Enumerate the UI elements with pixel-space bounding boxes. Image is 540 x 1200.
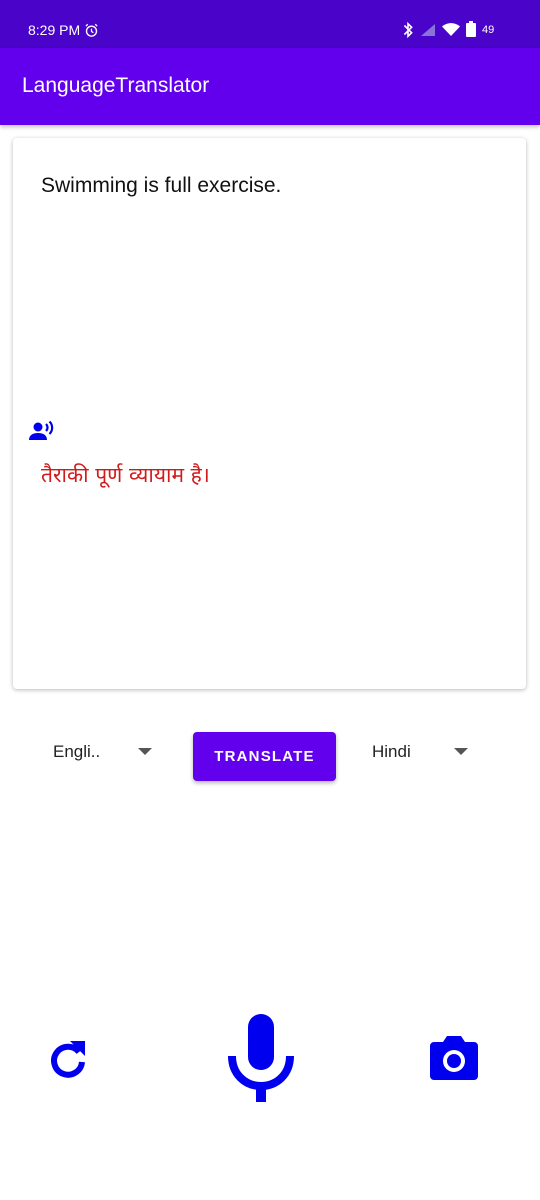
- translate-button[interactable]: TRANSLATE: [193, 732, 336, 781]
- alarm-icon: [84, 23, 99, 43]
- status-bar: 8:29 PM 49: [0, 0, 540, 48]
- battery-level: 49: [482, 24, 495, 36]
- source-text[interactable]: Swimming is full exercise.: [41, 174, 281, 198]
- app-bar: LanguageTranslator: [0, 48, 540, 125]
- camera-icon[interactable]: [429, 1036, 479, 1085]
- battery-icon: [466, 21, 476, 42]
- source-language-dropdown[interactable]: Engli..: [53, 740, 155, 764]
- target-language-label: Hindi: [372, 742, 411, 761]
- target-language-dropdown[interactable]: Hindi: [372, 740, 470, 764]
- status-time: 8:29 PM: [28, 22, 81, 38]
- translation-card: Swimming is full exercise. तैराकी पूर्ण …: [13, 138, 526, 689]
- chevron-down-icon: [138, 748, 152, 755]
- wifi-icon: [442, 23, 460, 42]
- refresh-icon[interactable]: [46, 1038, 90, 1087]
- app-title: LanguageTranslator: [22, 74, 210, 97]
- bluetooth-icon: [402, 21, 414, 44]
- chevron-down-icon: [454, 748, 468, 755]
- signal-icon: [420, 23, 436, 42]
- translated-text[interactable]: तैराकी पूर्ण व्यायाम है।: [41, 461, 210, 489]
- microphone-icon[interactable]: [225, 1012, 297, 1109]
- record-voice-icon[interactable]: [29, 420, 55, 449]
- source-language-label: Engli..: [53, 742, 101, 761]
